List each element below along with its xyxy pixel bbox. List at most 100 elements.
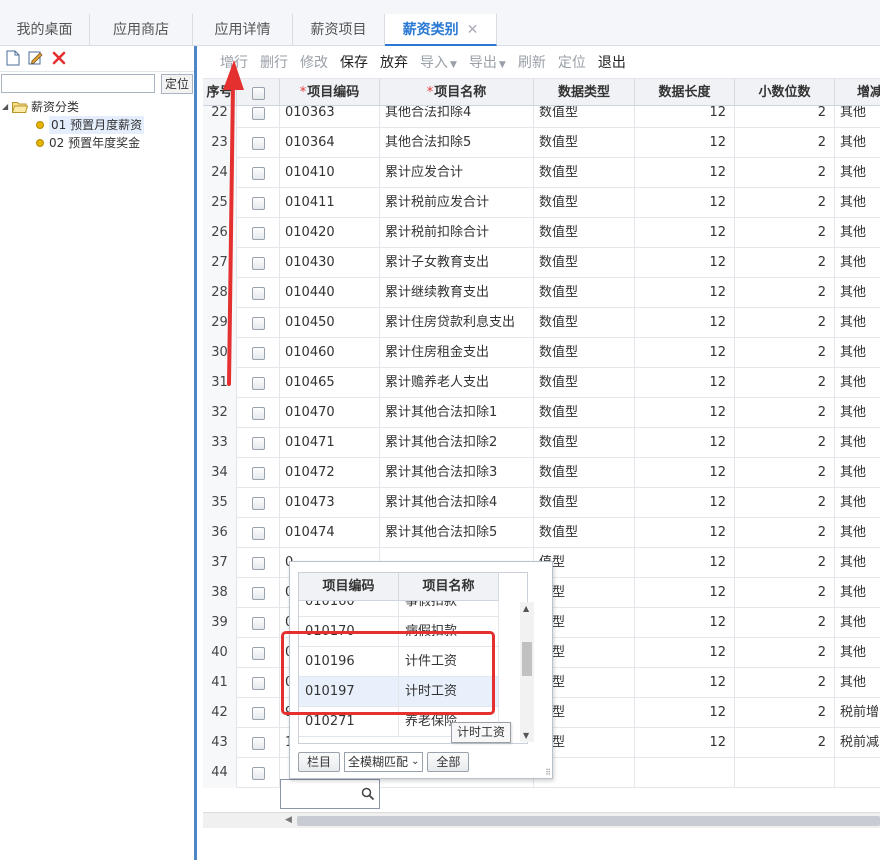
cell-type[interactable]: 数值型 bbox=[534, 398, 635, 428]
import-dropdown[interactable]: 导入 ▼ bbox=[420, 52, 457, 72]
cell-type[interactable]: 数值型 bbox=[534, 458, 635, 488]
cell-code[interactable]: 010430 bbox=[280, 248, 380, 278]
cell-length[interactable] bbox=[635, 758, 735, 788]
tree-item-monthly-salary[interactable]: 01 预置月度薪资 bbox=[36, 116, 145, 134]
cell-code[interactable]: 010474 bbox=[280, 518, 380, 548]
refresh-button[interactable]: 刷新 bbox=[518, 52, 546, 72]
table-row[interactable]: 27 010430 累计子女教育支出 数值型 12 2 其他 bbox=[203, 248, 880, 278]
table-row[interactable]: 22 010363 其他合法扣除4 数值型 12 2 其他 bbox=[203, 106, 880, 128]
tab-app-details[interactable]: 应用详情 bbox=[193, 14, 293, 46]
row-checkbox[interactable] bbox=[252, 227, 265, 240]
cell-incdec[interactable]: 其他 bbox=[835, 578, 880, 608]
row-select-cell[interactable] bbox=[237, 368, 280, 398]
expand-triangle-icon[interactable]: ◢ bbox=[2, 98, 12, 116]
cell-name[interactable]: 累计税前扣除合计 bbox=[380, 218, 534, 248]
cell-incdec[interactable]: 其他 bbox=[835, 218, 880, 248]
cell-type[interactable]: 数值型 bbox=[534, 368, 635, 398]
cell-name[interactable]: 累计住房贷款利息支出 bbox=[380, 308, 534, 338]
row-checkbox[interactable] bbox=[252, 677, 265, 690]
cell-name[interactable]: 累计其他合法扣除3 bbox=[380, 458, 534, 488]
cell-length[interactable]: 12 bbox=[635, 638, 735, 668]
cell-incdec[interactable]: 其他 bbox=[835, 308, 880, 338]
cell-code[interactable]: 010411 bbox=[280, 188, 380, 218]
cell-length[interactable]: 12 bbox=[635, 488, 735, 518]
cell-incdec[interactable]: 其他 bbox=[835, 158, 880, 188]
cell-length[interactable]: 12 bbox=[635, 548, 735, 578]
tab-salary-category[interactable]: 薪资类别 ✕ bbox=[385, 14, 497, 46]
cell-incdec[interactable]: 其他 bbox=[835, 668, 880, 698]
export-dropdown[interactable]: 导出 ▼ bbox=[469, 52, 506, 72]
cell-incdec[interactable]: 其他 bbox=[835, 458, 880, 488]
cell-decimals[interactable]: 2 bbox=[735, 668, 835, 698]
row-select-cell[interactable] bbox=[237, 458, 280, 488]
tree-item-annual-bonus[interactable]: 02 预置年度奖金 bbox=[36, 134, 140, 152]
tab-app-store[interactable]: 应用商店 bbox=[90, 14, 193, 46]
cell-decimals[interactable]: 2 bbox=[735, 308, 835, 338]
cell-decimals[interactable]: 2 bbox=[735, 428, 835, 458]
popup-row[interactable]: 010160 事假扣款 bbox=[299, 601, 499, 617]
cell-incdec[interactable]: 其他 bbox=[835, 518, 880, 548]
tree-search-input[interactable] bbox=[1, 74, 155, 93]
scroll-left-icon[interactable]: ◀ bbox=[285, 815, 292, 825]
exit-button[interactable]: 退出 bbox=[598, 52, 626, 72]
scroll-down-icon[interactable]: ▼ bbox=[523, 731, 529, 740]
row-select-cell[interactable] bbox=[237, 308, 280, 338]
table-row[interactable]: 28 010440 累计继续教育支出 数值型 12 2 其他 bbox=[203, 278, 880, 308]
row-select-cell[interactable] bbox=[237, 578, 280, 608]
row-select-cell[interactable] bbox=[237, 668, 280, 698]
cell-name[interactable]: 累计其他合法扣除1 bbox=[380, 398, 534, 428]
row-checkbox[interactable] bbox=[252, 257, 265, 270]
row-checkbox[interactable] bbox=[252, 287, 265, 300]
cell-length[interactable]: 12 bbox=[635, 308, 735, 338]
cell-length[interactable]: 12 bbox=[635, 278, 735, 308]
row-checkbox[interactable] bbox=[252, 467, 265, 480]
cell-type[interactable]: 数值型 bbox=[534, 488, 635, 518]
cell-code[interactable]: 010440 bbox=[280, 278, 380, 308]
row-select-cell[interactable] bbox=[237, 518, 280, 548]
cell-decimals[interactable]: 2 bbox=[735, 728, 835, 758]
cell-code[interactable]: 010364 bbox=[280, 128, 380, 158]
cell-code[interactable]: 010465 bbox=[280, 368, 380, 398]
cell-length[interactable]: 12 bbox=[635, 518, 735, 548]
cell-decimals[interactable]: 2 bbox=[735, 608, 835, 638]
row-checkbox[interactable] bbox=[252, 497, 265, 510]
row-checkbox[interactable] bbox=[252, 617, 265, 630]
cell-decimals[interactable] bbox=[735, 758, 835, 788]
cell-incdec[interactable]: 其他 bbox=[835, 248, 880, 278]
cell-decimals[interactable]: 2 bbox=[735, 128, 835, 158]
cell-incdec[interactable]: 其他 bbox=[835, 368, 880, 398]
cell-incdec[interactable]: 其他 bbox=[835, 548, 880, 578]
cell-decimals[interactable]: 2 bbox=[735, 698, 835, 728]
cell-type[interactable]: 数值型 bbox=[534, 188, 635, 218]
select-all-checkbox[interactable] bbox=[252, 86, 265, 100]
cell-type[interactable]: 数值型 bbox=[534, 158, 635, 188]
cell-code[interactable]: 010472 bbox=[280, 458, 380, 488]
cell-length[interactable]: 12 bbox=[635, 578, 735, 608]
resize-grip-icon[interactable]: ⠿ bbox=[545, 768, 551, 777]
cell-type[interactable]: 数值型 bbox=[534, 428, 635, 458]
locate-button[interactable]: 定位 bbox=[558, 52, 586, 72]
new-file-icon[interactable] bbox=[6, 50, 20, 67]
row-select-cell[interactable] bbox=[237, 218, 280, 248]
cell-incdec[interactable]: 其他 bbox=[835, 278, 880, 308]
cell-length[interactable]: 12 bbox=[635, 368, 735, 398]
delete-icon[interactable] bbox=[52, 50, 66, 67]
cell-name[interactable]: 累计住房租金支出 bbox=[380, 338, 534, 368]
row-checkbox[interactable] bbox=[252, 197, 265, 210]
cell-name[interactable]: 累计赡养老人支出 bbox=[380, 368, 534, 398]
popup-scroll-thumb[interactable] bbox=[522, 642, 532, 676]
cell-decimals[interactable]: 2 bbox=[735, 368, 835, 398]
cell-type[interactable]: 数值型 bbox=[534, 518, 635, 548]
table-row[interactable]: 26 010420 累计税前扣除合计 数值型 12 2 其他 bbox=[203, 218, 880, 248]
cell-length[interactable]: 12 bbox=[635, 728, 735, 758]
cell-decimals[interactable]: 2 bbox=[735, 106, 835, 128]
row-select-cell[interactable] bbox=[237, 548, 280, 578]
row-select-cell[interactable] bbox=[237, 398, 280, 428]
row-checkbox[interactable] bbox=[252, 737, 265, 750]
cell-length[interactable]: 12 bbox=[635, 128, 735, 158]
cell-name[interactable]: 累计其他合法扣除2 bbox=[380, 428, 534, 458]
discard-button[interactable]: 放弃 bbox=[380, 52, 408, 72]
cell-code[interactable]: 010471 bbox=[280, 428, 380, 458]
row-select-cell[interactable] bbox=[237, 278, 280, 308]
cell-incdec[interactable]: 其他 bbox=[835, 428, 880, 458]
